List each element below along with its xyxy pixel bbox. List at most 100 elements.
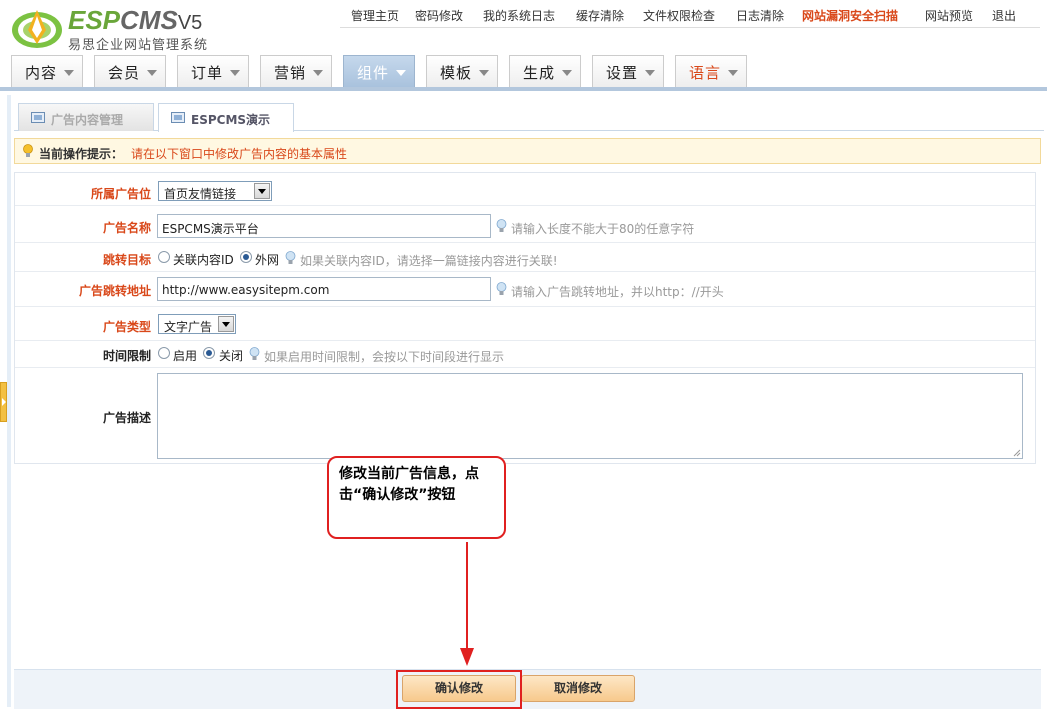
nav-tab-label: 语言 <box>689 64 722 82</box>
chevron-down-icon <box>254 183 270 199</box>
nav-tab-marketing[interactable]: 营销 <box>260 55 332 87</box>
tip-label: 当前操作提示： <box>39 147 124 161</box>
top-link-clear-cache[interactable]: 缓存清除 <box>576 7 624 24</box>
jump-target-option-label: 关联内容ID <box>173 253 234 267</box>
lightbulb-icon <box>23 144 33 157</box>
nav-tab-label: 组件 <box>357 64 390 82</box>
form-row-ad-type: 广告类型 文字广告 <box>15 307 1035 341</box>
ad-url-hint: 请输入广告跳转地址，并以http：//开头 <box>511 285 724 299</box>
ad-type-select[interactable]: 文字广告 <box>158 314 236 334</box>
nav-tab-templates[interactable]: 模板 <box>426 55 498 87</box>
jump-target-radio-external[interactable] <box>240 251 252 263</box>
chevron-down-icon <box>230 70 240 76</box>
confirm-highlight-box <box>396 670 522 709</box>
logo-wordmark: ESPCMSV5 <box>68 5 203 35</box>
ad-url-label: 广告跳转地址 <box>78 284 151 298</box>
jump-target-option-label: 外网 <box>255 253 280 267</box>
logo[interactable]: ESPCMSV5 易思企业网站管理系统 <box>10 4 220 53</box>
top-links: 管理主页 密码修改 我的系统日志 缓存清除 文件权限检查 日志清除 网站漏洞安全… <box>340 0 1040 28</box>
nav-tab-label: 生成 <box>523 64 556 82</box>
time-limit-option-label: 关闭 <box>219 349 244 363</box>
top-link-password[interactable]: 密码修改 <box>415 7 463 24</box>
callout-arrow-line <box>466 542 468 652</box>
ad-url-value: http://www.easysitepm.com <box>162 283 330 297</box>
left-sidebar-edge <box>7 95 11 707</box>
top-link-system-log[interactable]: 我的系统日志 <box>483 7 555 24</box>
resize-grip-icon[interactable] <box>1012 448 1021 457</box>
subtab-label: ESPCMS演示 <box>191 113 271 127</box>
nav-tab-language[interactable]: 语言 <box>675 55 747 87</box>
subtab-label: 广告内容管理 <box>51 113 124 127</box>
sidebar-toggle-handle[interactable] <box>0 382 7 422</box>
nav-tab-orders[interactable]: 订单 <box>177 55 249 87</box>
tip-text: 请在以下窗口中修改广告内容的基本属性 <box>131 147 348 161</box>
ad-position-label: 所属广告位 <box>90 187 151 201</box>
time-limit-radio-enable[interactable] <box>158 347 170 359</box>
nav-tab-label: 内容 <box>25 64 58 82</box>
subtab-ad-content-manage[interactable]: 广告内容管理 <box>18 103 154 131</box>
chevron-down-icon <box>147 70 157 76</box>
ad-url-input[interactable]: http://www.easysitepm.com <box>157 277 491 301</box>
ad-name-input[interactable]: ESPCMS演示平台 <box>157 214 491 238</box>
main-nav: 内容 会员 订单 营销 组件 模板 生成 设置 语言 <box>0 55 1047 91</box>
chevron-down-icon <box>64 70 74 76</box>
jump-target-hint: 如果关联内容ID，请选择一篇链接内容进行关联! <box>300 254 558 268</box>
ad-name-value: ESPCMS演示平台 <box>162 222 259 236</box>
ad-type-label: 广告类型 <box>102 320 151 334</box>
header: ESPCMSV5 易思企业网站管理系统 管理主页 密码修改 我的系统日志 缓存清… <box>0 0 1047 55</box>
nav-tab-generate[interactable]: 生成 <box>509 55 581 87</box>
sub-tabs: 广告内容管理 ESPCMS演示 <box>14 103 1044 132</box>
nav-tab-components[interactable]: 组件 <box>343 55 415 87</box>
callout-text: 修改当前广告信息，点击“确认修改”按钮 <box>339 466 479 503</box>
ad-desc-label: 广告描述 <box>102 411 151 425</box>
chevron-down-icon <box>645 70 655 76</box>
ad-name-label: 广告名称 <box>102 221 151 235</box>
subtab-espcms-demo[interactable]: ESPCMS演示 <box>158 103 294 132</box>
top-link-security-scan[interactable]: 网站漏洞安全扫描 <box>802 7 898 24</box>
lightbulb-icon <box>496 219 507 232</box>
top-link-logout[interactable]: 退出 <box>992 7 1016 24</box>
chevron-down-icon <box>562 70 572 76</box>
nav-tab-members[interactable]: 会员 <box>94 55 166 87</box>
chevron-down-icon <box>479 70 489 76</box>
chevron-down-icon <box>396 70 406 76</box>
top-link-home[interactable]: 管理主页 <box>351 7 399 24</box>
lightbulb-icon <box>496 282 507 295</box>
nav-tab-content[interactable]: 内容 <box>11 55 83 87</box>
nav-tab-label: 订单 <box>191 64 224 82</box>
form-row-ad-position: 所属广告位 首页友情链接 <box>15 173 1035 206</box>
time-limit-radio-disable[interactable] <box>203 347 215 359</box>
arrow-down-icon <box>460 648 474 666</box>
form-row-ad-url: 广告跳转地址 http://www.easysitepm.com 请输入广告跳转… <box>15 272 1035 307</box>
form-row-jump-target: 跳转目标 关联内容ID 外网 如果关联内容ID，请选择一篇链接内容进行关联! <box>15 243 1035 272</box>
form-row-ad-name: 广告名称 ESPCMS演示平台 请输入长度不能大于80的任意字符 <box>15 206 1035 243</box>
operation-tip: 当前操作提示： 请在以下窗口中修改广告内容的基本属性 <box>14 138 1041 164</box>
top-link-clear-log[interactable]: 日志清除 <box>736 7 784 24</box>
logo-subtitle: 易思企业网站管理系统 <box>68 38 209 53</box>
window-icon <box>31 112 45 123</box>
nav-tab-label: 设置 <box>606 64 639 82</box>
top-link-file-permissions[interactable]: 文件权限检查 <box>643 7 715 24</box>
form-row-time-limit: 时间限制 启用 关闭 如果启用时间限制，会按以下时间段进行显示 <box>15 341 1035 368</box>
nav-tab-label: 模板 <box>440 64 473 82</box>
nav-tab-label: 营销 <box>274 64 307 82</box>
ad-name-hint: 请输入长度不能大于80的任意字符 <box>511 222 695 236</box>
time-limit-option-label: 启用 <box>173 349 198 363</box>
lightbulb-icon <box>249 347 260 360</box>
top-link-preview[interactable]: 网站预览 <box>925 7 973 24</box>
ad-desc-textarea[interactable] <box>157 373 1023 459</box>
window-icon <box>171 112 185 123</box>
ad-position-select[interactable]: 首页友情链接 <box>158 181 272 201</box>
chevron-down-icon <box>313 70 323 76</box>
instruction-callout: 修改当前广告信息，点击“确认修改”按钮 <box>327 456 506 539</box>
chevron-right-icon <box>2 398 6 406</box>
jump-target-radio-content-id[interactable] <box>158 251 170 263</box>
ad-type-value: 文字广告 <box>164 320 213 334</box>
time-limit-label: 时间限制 <box>102 349 151 363</box>
ad-edit-form: 所属广告位 首页友情链接 广告名称 ESPCMS演示平台 请输入长度不能大于80… <box>14 172 1036 464</box>
nav-tab-settings[interactable]: 设置 <box>592 55 664 87</box>
cancel-button[interactable]: 取消修改 <box>521 675 635 702</box>
lightbulb-icon <box>285 251 296 264</box>
nav-tab-label: 会员 <box>108 64 141 82</box>
logo-icon <box>12 10 62 48</box>
